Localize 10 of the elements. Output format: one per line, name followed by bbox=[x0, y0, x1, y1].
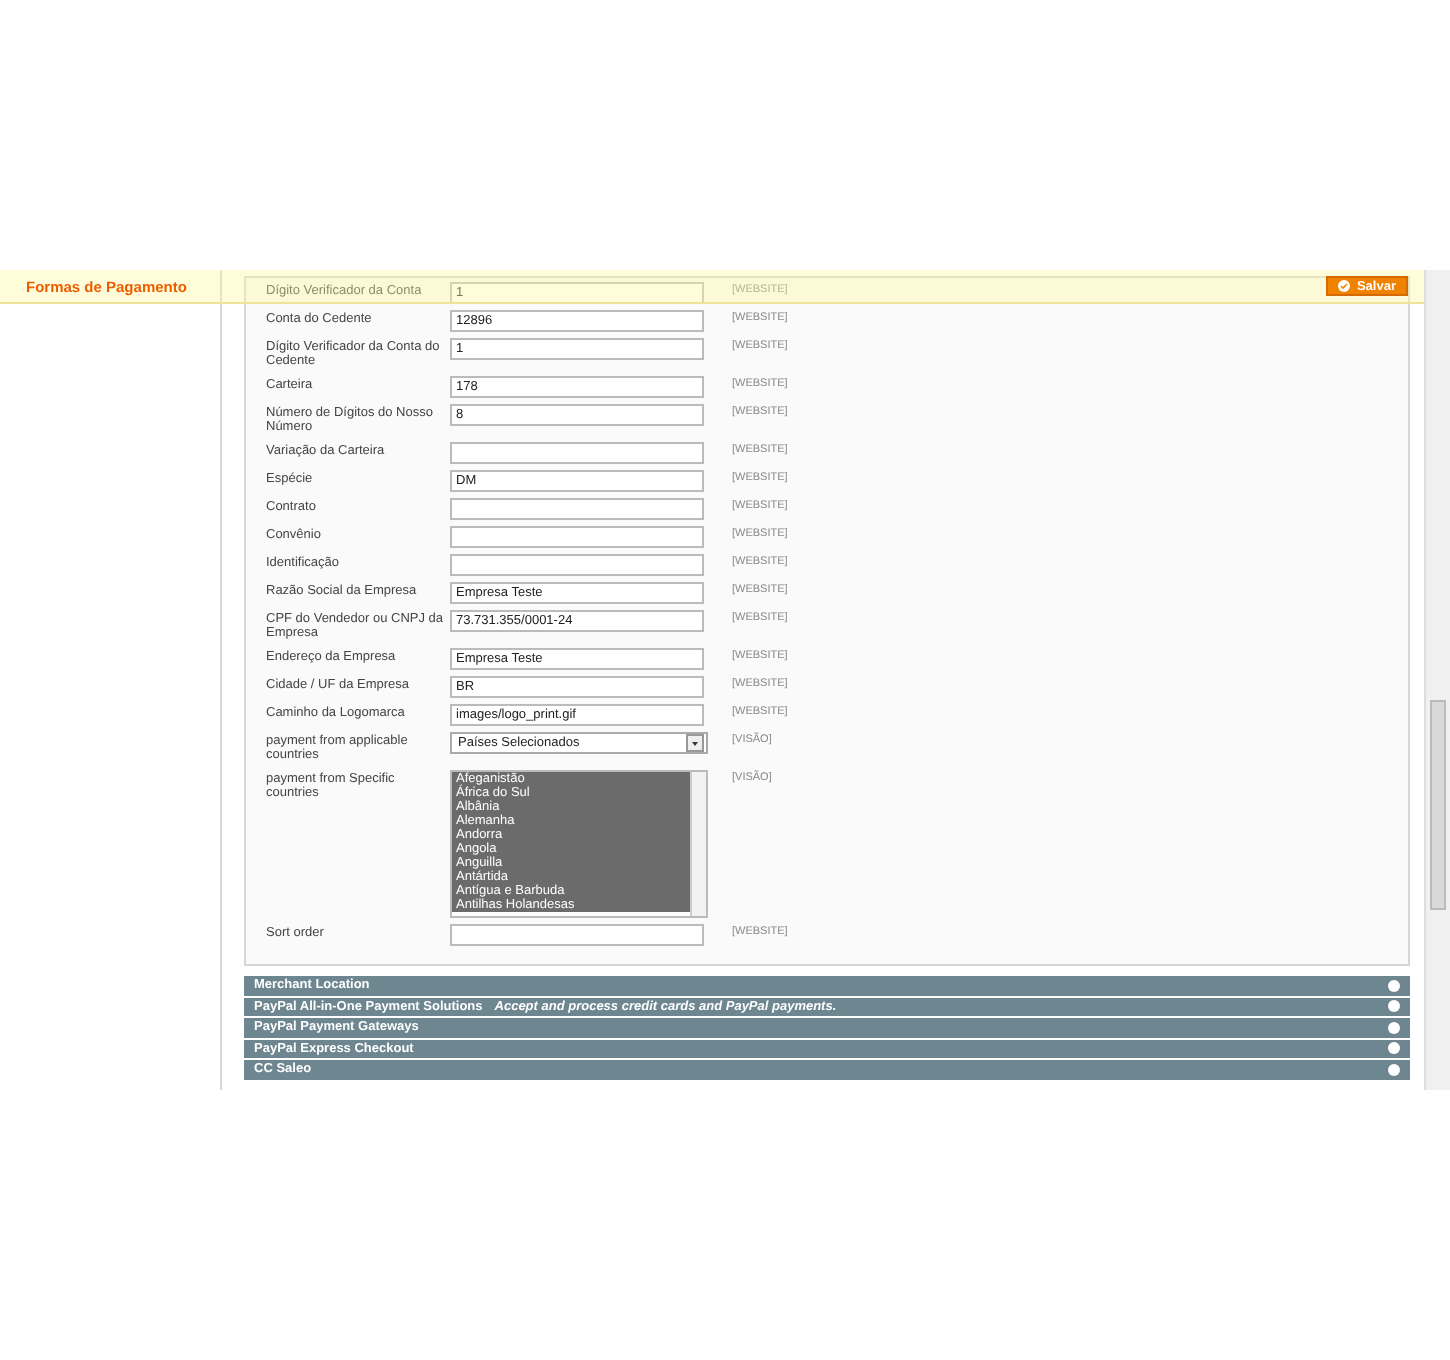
text-field[interactable] bbox=[450, 923, 704, 945]
text-field[interactable] bbox=[450, 525, 704, 547]
check-icon bbox=[1338, 280, 1351, 292]
text-field[interactable] bbox=[450, 553, 704, 575]
scroll-thumb[interactable] bbox=[1430, 700, 1446, 910]
scrollbar[interactable] bbox=[690, 771, 706, 915]
text-field[interactable] bbox=[450, 441, 704, 463]
caret-icon bbox=[686, 733, 704, 751]
text-field[interactable] bbox=[450, 497, 704, 519]
scrollbar[interactable] bbox=[1424, 270, 1450, 1090]
